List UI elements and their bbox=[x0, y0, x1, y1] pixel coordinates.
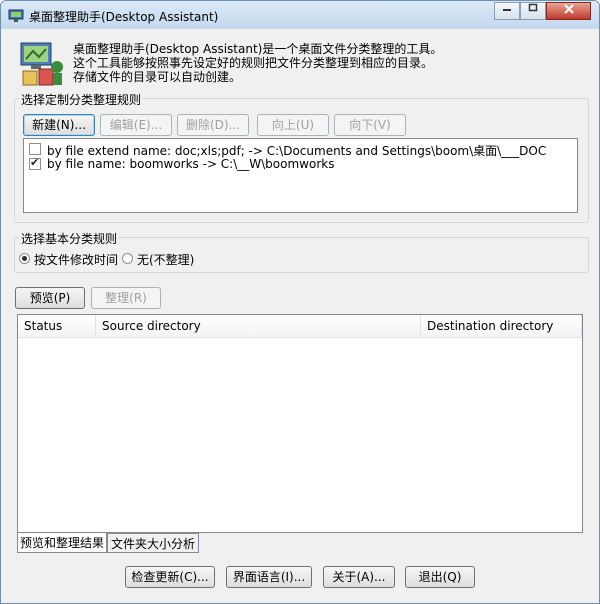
maximize-button[interactable] bbox=[520, 2, 546, 20]
description-line-1: 桌面整理助手(Desktop Assistant)是一个桌面文件分类整理的工具。 bbox=[73, 42, 443, 56]
column-header-destination[interactable]: Destination directory bbox=[421, 315, 582, 338]
close-button[interactable] bbox=[546, 2, 591, 20]
tab-preview-results[interactable]: 预览和整理结果 bbox=[17, 533, 107, 553]
delete-rule-button[interactable]: 删除(D)... bbox=[177, 114, 249, 136]
radio-label: 无(不整理) bbox=[137, 253, 195, 267]
tab-folder-size[interactable]: 文件夹大小分析 bbox=[107, 533, 199, 553]
close-icon bbox=[563, 4, 574, 14]
minimize-icon bbox=[503, 9, 511, 11]
about-button[interactable]: 关于(A)... bbox=[323, 566, 395, 588]
language-button[interactable]: 界面语言(I)... bbox=[226, 566, 312, 588]
basic-rules-label: 选择基本分类规则 bbox=[19, 230, 120, 247]
rule-checkbox[interactable] bbox=[29, 156, 41, 170]
results-table[interactable]: Status Source directory Destination dire… bbox=[17, 314, 583, 533]
app-logo bbox=[20, 42, 63, 86]
column-header-source[interactable]: Source directory bbox=[96, 315, 421, 338]
rule-list[interactable]: by file extend name: doc;xls;pdf; -> C:\… bbox=[23, 138, 578, 213]
edit-rule-button[interactable]: 编辑(E)... bbox=[100, 114, 172, 136]
column-header-status[interactable]: Status bbox=[18, 315, 96, 338]
app-window: 桌面整理助手(Desktop Assistant) 桌面整理助手(Desktop… bbox=[0, 0, 600, 604]
organize-button[interactable]: 整理(R) bbox=[91, 287, 161, 309]
app-icon bbox=[8, 9, 24, 22]
new-rule-button[interactable]: 新建(N)... bbox=[23, 114, 95, 136]
description-line-2: 这个工具能够按照事先设定好的规则把文件分类整理到相应的目录。 bbox=[73, 56, 434, 70]
app-description: 桌面整理助手(Desktop Assistant)是一个桌面文件分类整理的工具。… bbox=[73, 42, 442, 84]
radio-button[interactable] bbox=[122, 253, 133, 264]
move-up-button[interactable]: 向上(U) bbox=[257, 114, 329, 136]
preview-button[interactable]: 预览(P) bbox=[15, 287, 85, 309]
maximize-icon bbox=[528, 3, 538, 12]
rule-label: by file name: boomworks -> C:\__W\boomwo… bbox=[47, 157, 335, 171]
radio-button[interactable] bbox=[19, 253, 30, 264]
description-line-3: 存储文件的目录可以自动创建。 bbox=[73, 70, 242, 84]
check-update-button[interactable]: 检查更新(C)... bbox=[125, 566, 215, 588]
custom-rules-label: 选择定制分类整理规则 bbox=[19, 91, 144, 108]
exit-button[interactable]: 退出(Q) bbox=[405, 566, 475, 588]
title-bar[interactable]: 桌面整理助手(Desktop Assistant) bbox=[1, 1, 599, 29]
window-title: 桌面整理助手(Desktop Assistant) bbox=[29, 10, 219, 24]
radio-label: 按文件修改时间 bbox=[34, 253, 119, 267]
rule-checkbox[interactable] bbox=[29, 143, 41, 155]
minimize-button[interactable] bbox=[494, 2, 520, 20]
move-down-button[interactable]: 向下(V) bbox=[334, 114, 406, 136]
